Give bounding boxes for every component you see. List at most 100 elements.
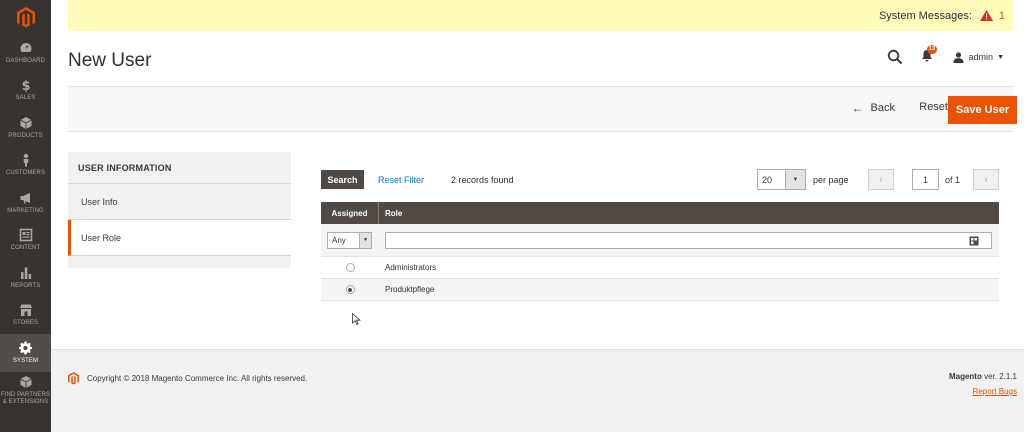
nav-system[interactable]: SYSTEM (0, 334, 51, 372)
nav-marketing[interactable]: MARKETING (0, 184, 51, 222)
nav-marketing-label: MARKETING (7, 207, 44, 214)
tab-user-role[interactable]: User Role (68, 220, 291, 256)
footer-version: Magento ver. 2.1.1 (949, 372, 1017, 381)
tabs-header: USER INFORMATION (68, 152, 291, 184)
page-footer: Copyright © 2018 Magento Commerce Inc. A… (51, 349, 1024, 432)
page-of: of 1 (945, 175, 961, 185)
nav-dashboard-label: DASHBOARD (6, 57, 45, 64)
dollar-icon: $ (21, 79, 30, 92)
table-row[interactable]: Administrators (321, 257, 999, 279)
grid-header-row: Assigned Role (321, 202, 999, 224)
footer-copyright: Copyright © 2018 Magento Commerce Inc. A… (68, 372, 307, 385)
nav-products[interactable]: PRODUCTS (0, 109, 51, 147)
role-filter-input[interactable] (385, 231, 992, 249)
admin-user-menu[interactable]: admin ▼ (953, 51, 1004, 63)
page-title: New User (68, 50, 152, 71)
page-actions-bar: ← Back Reset Save User (68, 86, 1017, 132)
box-icon (19, 375, 32, 388)
page-input[interactable]: 1 (912, 169, 939, 190)
dashboard-icon (19, 42, 32, 52)
table-row[interactable]: Produktpflege (321, 279, 999, 301)
save-user-button[interactable]: Save User (948, 96, 1017, 124)
nav-dashboard[interactable]: DASHBOARD (0, 34, 51, 72)
footer-brand: Magento (948, 372, 982, 381)
per-page-label: per page (813, 175, 849, 185)
nav-sales-label: SALES (15, 95, 36, 102)
grid-filter-row: Any ▼ (321, 224, 999, 257)
chevron-down-icon: ▼ (359, 232, 371, 248)
chevron-down-icon: ▼ (785, 170, 805, 189)
system-messages-label: System Messages: (878, 9, 972, 22)
caret-down-icon: ▼ (997, 53, 1004, 61)
roles-grid: Assigned Role Any ▼ Administrators Produ… (321, 202, 999, 301)
column-header-role[interactable]: Role (379, 202, 999, 224)
magento-logo-icon (68, 372, 79, 385)
person-icon (23, 154, 28, 167)
reset-button[interactable]: Reset (919, 101, 948, 113)
nav-reports[interactable]: REPORTS (0, 259, 51, 297)
nav-content-label: CONTENT (10, 245, 41, 252)
assigned-filter-value: Any (332, 235, 346, 245)
copyright-text: Copyright © 2018 Magento Commerce Inc. A… (87, 374, 308, 383)
chevron-left-icon: ‹ (879, 174, 883, 185)
chevron-right-icon: › (984, 174, 988, 185)
nav-stores[interactable]: STORES (0, 297, 51, 335)
nav-reports-label: REPORTS (10, 282, 41, 289)
search-icon[interactable] (887, 49, 903, 65)
back-button-label: Back (870, 102, 895, 114)
nav-find-partners-label-1: FIND PARTNERS (0, 391, 51, 398)
main-content: System Messages: 1 New User 13 admin ▼ ←… (51, 0, 1024, 432)
system-messages-count: 1 (998, 9, 1005, 22)
grid-search-button[interactable]: Search (321, 170, 364, 189)
back-button[interactable]: ← Back (852, 101, 895, 115)
gear-icon (18, 341, 32, 355)
nav-customers[interactable]: CUSTOMERS (0, 147, 51, 185)
records-found: 2 records found (451, 175, 514, 185)
nav-products-label: PRODUCTS (8, 132, 43, 139)
assigned-filter-select[interactable]: Any ▼ (327, 231, 372, 249)
cube-icon (19, 116, 32, 129)
user-tabs-panel: USER INFORMATION User Info User Role (68, 152, 291, 268)
role-radio-produktpflege[interactable] (345, 285, 355, 294)
role-cell: Produktpflege (385, 285, 435, 294)
bar-chart-icon (20, 267, 31, 279)
next-page-button[interactable]: › (973, 169, 999, 190)
reset-filter-link[interactable]: Reset Filter (378, 175, 424, 185)
admin-username: admin (968, 52, 994, 62)
nav-find-partners[interactable]: FIND PARTNERS & EXTENSIONS (0, 372, 51, 410)
role-radio-administrators[interactable] (345, 263, 355, 272)
assigned-cell (321, 257, 379, 278)
system-messages-bar[interactable]: System Messages: 1 (68, 0, 1013, 31)
magento-logo-icon (16, 6, 35, 27)
nav-customers-label: CUSTOMERS (5, 170, 46, 177)
assigned-cell (321, 279, 379, 300)
role-cell: Administrators (385, 263, 437, 272)
content-icon (19, 228, 32, 242)
page-input-value: 1 (923, 174, 929, 185)
magento-logo[interactable] (0, 0, 51, 34)
mouse-cursor-icon (352, 313, 361, 325)
notifications-count-badge: 13 (926, 45, 938, 54)
header-actions: 13 admin ▼ (887, 45, 1004, 68)
nav-content[interactable]: CONTENT (0, 222, 51, 260)
nav-sales[interactable]: $ SALES (0, 72, 51, 110)
version-text: ver. 2.1.1 (981, 372, 1017, 381)
svg-text:$: $ (21, 79, 30, 92)
column-header-assigned[interactable]: Assigned (321, 202, 379, 224)
admin-sidebar: DASHBOARD $ SALES PRODUCTS CUSTOMERS MAR… (0, 0, 51, 432)
store-icon (19, 304, 32, 317)
previous-page-button[interactable]: ‹ (868, 169, 894, 190)
per-page-value: 20 (762, 174, 773, 185)
nav-stores-label: STORES (12, 320, 39, 327)
filter-icon (969, 236, 979, 245)
arrow-left-icon: ← (851, 101, 864, 115)
tab-user-info[interactable]: User Info (68, 184, 291, 220)
nav-find-partners-label-2: & EXTENSIONS (2, 398, 49, 405)
megaphone-icon (20, 192, 30, 204)
report-bugs-link[interactable]: Report Bugs (973, 387, 1017, 396)
warning-icon (979, 10, 993, 21)
notifications[interactable]: 13 (921, 45, 938, 65)
user-icon (953, 51, 964, 63)
nav-system-label: SYSTEM (12, 357, 39, 364)
per-page-select[interactable]: 20 ▼ (757, 169, 806, 190)
